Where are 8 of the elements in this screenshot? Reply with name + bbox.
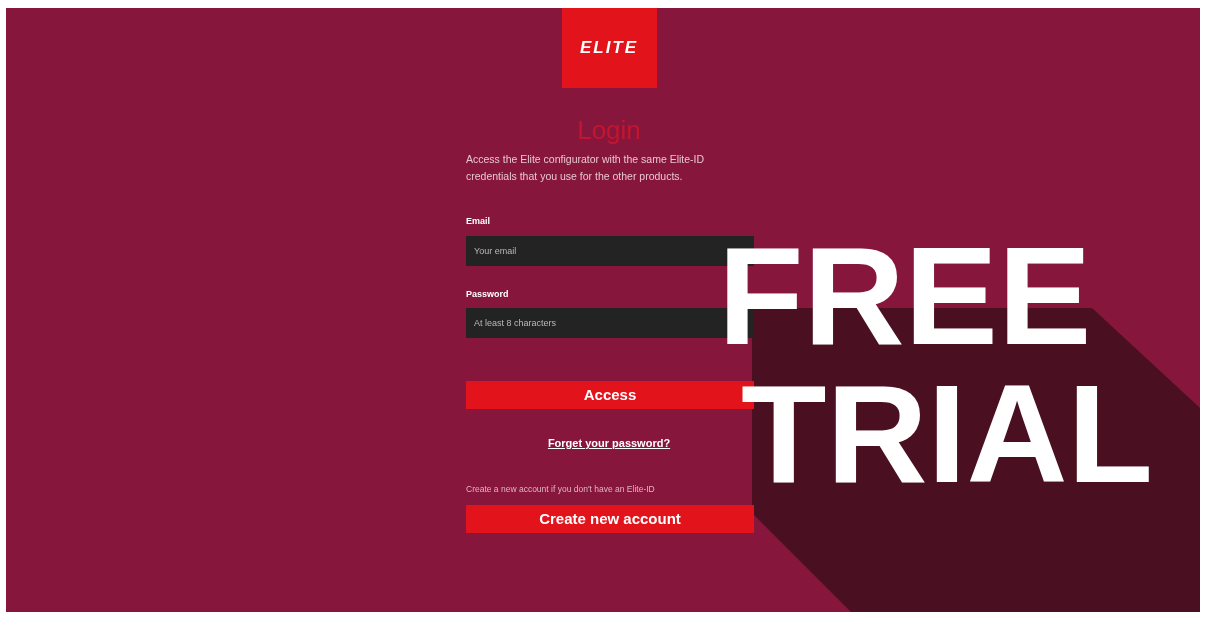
- logo-text: ELITE: [579, 37, 639, 60]
- login-title: Login: [577, 115, 641, 145]
- create-account-button[interactable]: Create new account: [466, 505, 754, 534]
- create-account-hint: Create a new account if you don't have an Elite-ID: [466, 482, 656, 496]
- field-label: Email: [466, 215, 491, 228]
- forgot-password-link[interactable]: Forget your password?: [547, 435, 671, 452]
- field-label: Password: [466, 287, 510, 301]
- intro-text: Access the Elite configurator with the same Elite-ID credentials that you use for the other products.: [466, 152, 706, 184]
